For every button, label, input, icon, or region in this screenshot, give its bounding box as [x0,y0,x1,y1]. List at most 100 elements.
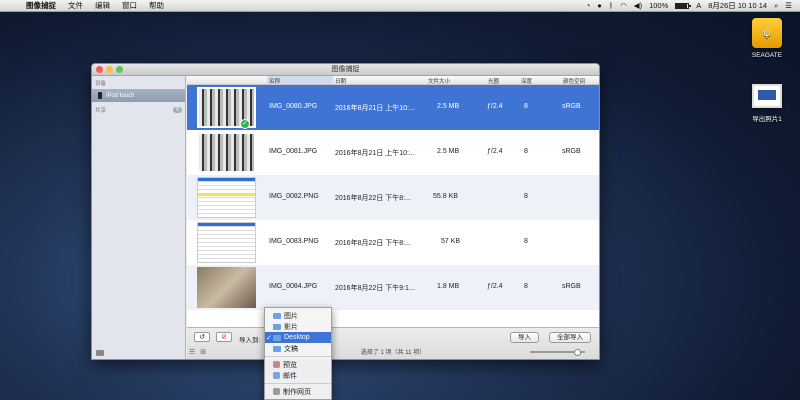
cell-colorspace: sRGB [562,283,581,290]
spotlight-icon[interactable]: ⌕ [774,1,778,11]
battery-percent[interactable]: 100% [649,1,668,10]
cell-name: IMG_0084.JPG [269,283,318,290]
menu-item-label: 图片 [284,312,298,320]
screenshot-thumbnail [197,177,256,218]
menu-file[interactable]: 文件 [62,0,89,11]
close-icon[interactable] [96,66,103,73]
menu-item-label: 影片 [284,323,298,331]
minimize-icon[interactable] [106,66,113,73]
bluetooth-icon[interactable]: ᛒ [609,1,614,10]
sidebar-item-ipod[interactable]: iPod touch [92,89,185,102]
import-button[interactable]: 导入 [510,332,539,343]
menu-bar: 图像捕捉 文件 编辑 窗口 帮助 ◔ ● ᛒ ◠ ◀) 100% A 8月26日… [0,0,800,12]
photo-thumbnail [197,267,256,308]
cell-size: 2.5 MB [437,103,460,110]
desktop-drive[interactable]: ψ SEAGATE [737,18,797,59]
cell-colorspace: sRGB [562,148,581,155]
title-bar[interactable]: 图像捕捉 [92,64,599,76]
menu-item-label: 预览 [283,361,297,369]
devices-header: 设备 [95,81,107,87]
cell-colorspace: sRGB [562,103,581,110]
menu-item-movies[interactable]: 影片 [265,321,331,332]
notification-center-icon[interactable]: ☰ [785,1,792,10]
menu-item-documents[interactable]: 文稿 [265,343,331,354]
folder-icon [273,312,281,319]
cell-name: IMG_0080.JPG [269,103,318,110]
col-aperture[interactable]: 光圈 [488,77,499,85]
menu-separator [265,383,331,384]
sidebar-toggle-icon[interactable] [96,350,104,356]
menu-item-label: 文稿 [284,345,298,353]
menu-item-make-webpage[interactable]: 制作网页 [265,386,331,397]
zoom-icon[interactable] [116,66,123,73]
rotate-left-button[interactable]: ↺ [194,332,210,342]
menu-separator [265,356,331,357]
file-label: 导出照片1 [752,116,782,123]
image-file-icon [752,84,782,108]
notification-icon[interactable]: ● [597,1,602,10]
cell-date: 2016年8月22日 下午8:... [335,195,411,202]
table-row[interactable]: IMG_0081.JPG 2016年8月21日 上午10:... 2.5 MB … [187,130,599,175]
photo-thumbnail [197,132,256,173]
webpage-app-icon [273,388,280,395]
cell-size: 57 KB [441,238,461,245]
folder-icon [273,345,281,352]
col-date[interactable]: 日期 [335,77,346,85]
drive-label: SEAGATE [751,52,783,59]
menu-help[interactable]: 帮助 [143,0,170,11]
shared-section[interactable]: 共享 0 [92,103,185,115]
col-size[interactable]: 文件大小 [428,77,450,85]
slider-knob[interactable] [574,349,581,356]
col-colorspace[interactable]: 颜色空间 [563,77,585,85]
status-area: ◔ ● ᛒ ◠ ◀) 100% A 8月26日 10 10 14 ⌕ ☰ [586,0,800,11]
menu-item-desktop[interactable]: ✓ Desktop [265,332,331,343]
table-row[interactable]: IMG_0082.PNG 2016年8月22日 下午8:... 55.8 KB … [187,175,599,220]
usb-drive-icon: ψ [752,18,782,48]
cell-depth: 8 [524,193,528,200]
cell-date: 2016年8月21日 上午10:... [335,150,415,157]
menu-edit[interactable]: 编辑 [89,0,116,11]
phone-icon [98,92,102,99]
col-depth[interactable]: 深度 [521,77,532,85]
cell-date: 2016年8月22日 下午8:... [335,240,411,247]
desktop-screenshot-file[interactable]: 导出照片1 [737,84,797,123]
volume-icon[interactable]: ◀) [634,1,642,10]
cell-aperture: ƒ/2.4 [487,283,503,290]
menu-window[interactable]: 窗口 [116,0,143,11]
shared-count-badge: 0 [173,107,182,113]
cell-aperture: ƒ/2.4 [487,103,503,110]
delete-button[interactable]: ⊘ [216,332,232,342]
cell-aperture: ƒ/2.4 [487,148,503,155]
cell-depth: 8 [524,283,528,290]
table-row[interactable]: ✓ IMG_0080.JPG 2016年8月21日 上午10:... 2.5 M… [187,85,599,130]
keyboard-input-icon[interactable]: A [696,1,701,10]
cell-date: 2016年8月21日 上午10:... [335,105,415,112]
time-machine-icon[interactable]: ◔ [586,1,591,10]
import-destination-menu: 图片 影片 ✓ Desktop 文稿 预览 邮件 制作网页 [264,307,332,400]
col-name[interactable]: 名称 [267,76,333,85]
import-all-button[interactable]: 全部导入 [549,332,591,343]
folder-icon [273,323,281,330]
menu-item-mail[interactable]: 邮件 [265,370,331,381]
folder-icon [273,334,281,341]
wifi-icon[interactable]: ◠ [620,1,627,10]
column-header: 名称 日期 文件大小 光圈 深度 颜色空间 [187,76,599,85]
checkmark-icon: ✓ [266,334,272,342]
table-row[interactable]: IMG_0083.PNG 2016年8月22日 下午8:... 57 KB 8 [187,220,599,265]
import-to-label: 导入到: [239,337,261,344]
image-list: 名称 日期 文件大小 光圈 深度 颜色空间 ✓ IMG_0080.JPG 201… [187,76,599,359]
menu-item-pictures[interactable]: 图片 [265,310,331,321]
menu-item-preview[interactable]: 预览 [265,359,331,370]
cell-name: IMG_0083.PNG [269,238,319,245]
cell-size: 55.8 KB [433,193,458,200]
menu-app-name[interactable]: 图像捕捉 [20,0,62,11]
table-row[interactable]: IMG_0084.JPG 2016年8月22日 下午9:1... 1.8 MB … [187,265,599,310]
image-capture-window: 图像捕捉 设备 iPod touch 共享 0 名称 日期 文件大小 光圈 深度… [91,63,600,360]
cell-depth: 8 [524,103,528,110]
sidebar: 设备 iPod touch 共享 0 [92,76,186,359]
battery-icon[interactable] [675,2,692,9]
cell-name: IMG_0081.JPG [269,148,318,155]
cell-name: IMG_0082.PNG [269,193,319,200]
screenshot-thumbnail [197,222,256,263]
clock[interactable]: 8月26日 10 10 14 [708,0,767,11]
